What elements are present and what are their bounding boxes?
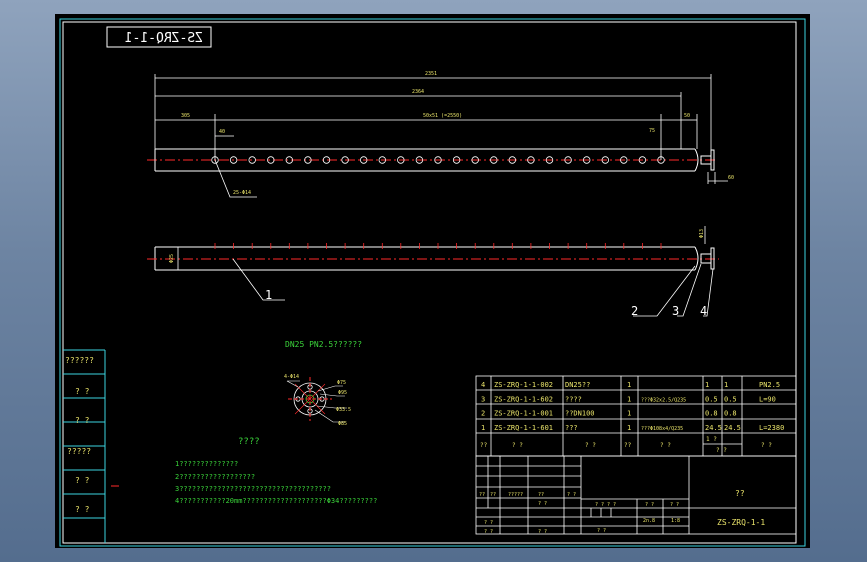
bom-cell-name: ??DN100: [565, 410, 595, 418]
dim-spacing: 50x51 (=2550): [423, 113, 462, 119]
section-dim-2: Φ95: [338, 390, 347, 396]
strip-label-4: ?????: [67, 447, 91, 456]
bom-rows: 4 ZS-ZRQ-1-1-002 DN25?? 1 1 1 PN2.5 3 ZS-ZRQ-1-1…: [481, 381, 784, 432]
sign-label-4: ??: [538, 492, 544, 498]
side-view-nozzles: [214, 243, 662, 249]
dim-overall-2351: 2351: [425, 71, 437, 77]
top-dimensions: [154, 74, 728, 184]
bom-cell-total: 1: [724, 381, 728, 389]
dim-50: 50: [684, 113, 690, 119]
strip-label-2: ? ?: [75, 387, 90, 396]
bom-header-qty: ??: [624, 442, 632, 449]
bom-cell-unit: 0.5: [705, 395, 718, 403]
row2-label-2: ? ?: [670, 502, 679, 508]
bom-cell-code: ZS-ZRQ-1-1-602: [494, 395, 553, 403]
dim-2364: 2364: [412, 89, 424, 95]
bom-cell-unit: 24.5: [705, 424, 722, 432]
sign-label-1: ??: [479, 492, 485, 498]
bom-header-total: ? ?: [716, 447, 727, 454]
sheet-label: ? ?: [597, 528, 606, 534]
bom-header-material: ? ?: [660, 442, 671, 449]
inner-frame: [62, 21, 797, 544]
bom-cell-name: DN25??: [565, 381, 590, 389]
bom-cell-remark: PN2.5: [759, 381, 780, 389]
notes-title: ????: [238, 437, 260, 447]
sign-label-9: ? ?: [538, 529, 547, 535]
dim-60: 60: [728, 175, 734, 181]
row2-label-1: ? ?: [645, 502, 654, 508]
drawing-sheet: ZS-ZRQ-1-1 ?????? ? ? ? ? ????? ? ? ? ?: [59, 18, 806, 547]
bom-header-unit: 1 ?: [706, 436, 717, 443]
bom-header-no: ??: [480, 442, 488, 449]
side-dim-diameter: Φ25: [169, 254, 175, 263]
bom-cell-no: 1: [481, 424, 485, 432]
bom-cell-code: ZS-ZRQ-1-1-601: [494, 424, 553, 432]
bom-header-remark: ? ?: [761, 442, 772, 449]
dim-75: 75: [649, 128, 655, 134]
bom-cell-material: ???Φ108x4/Q235: [641, 426, 683, 432]
bom-cell-unit: 0.8: [705, 410, 718, 418]
section-dim-bolts: 4-Φ14: [284, 374, 299, 380]
bom-cell-qty: 1: [627, 410, 631, 418]
bom-cell-remark: L=90: [759, 395, 776, 403]
hole-callout: 25-Φ14: [233, 190, 251, 196]
note-2: 2??????????????????: [175, 473, 255, 481]
drawing-name: ??: [735, 489, 745, 498]
part-number-1: 1: [265, 288, 272, 302]
bom-cell-unit: 1: [705, 381, 709, 389]
bom-cell-total: 24.5: [724, 424, 741, 432]
mirrored-drawing-code: ZS-ZRQ-1-1: [125, 31, 203, 46]
bom-cell-code: ZS-ZRQ-1-1-002: [494, 381, 553, 389]
part-number-4: 4: [700, 304, 707, 318]
bom-cell-name: ????: [565, 395, 582, 403]
side-dim-flange: Φ13: [699, 229, 705, 238]
note-3: 3????????????????????????????????????: [175, 485, 331, 493]
sign-label-3: ?????: [508, 492, 523, 498]
scale-label: ? ? ? ?: [595, 502, 616, 508]
outer-frame: [59, 18, 806, 547]
sign-label-2: ??: [490, 492, 496, 498]
sign-label-8: ? ?: [484, 529, 493, 535]
weight-value: 2n.8: [643, 518, 655, 524]
strip-label-6: ? ?: [75, 505, 90, 514]
bom-cell-no: 3: [481, 395, 485, 403]
bom-cell-name: ???: [565, 424, 578, 432]
dim-305: 305: [181, 113, 190, 119]
strip-label-3: ? ?: [75, 416, 90, 425]
bom-cell-qty: 1: [627, 395, 631, 403]
note-1: 1??????????????: [175, 460, 238, 468]
section-dim-3: Φ33.5: [336, 407, 351, 413]
bom-header-code: ? ?: [512, 442, 523, 449]
sign-label-6: ? ?: [484, 520, 493, 526]
cad-viewport: ZS-ZRQ-1-1 ?????? ? ? ? ? ????? ? ? ? ?: [0, 0, 867, 562]
bom-cell-total: 0.5: [724, 395, 737, 403]
part-number-2: 2: [631, 304, 638, 318]
bom-header-name: ? ?: [585, 442, 596, 449]
spray-hole: [248, 156, 256, 164]
sign-label-7: ? ?: [538, 501, 547, 507]
bom-cell-no: 4: [481, 381, 485, 389]
part-number-3: 3: [672, 304, 679, 318]
bom-cell-code: ZS-ZRQ-1-1-001: [494, 410, 553, 418]
bom-cell-qty: 1: [627, 381, 631, 389]
section-title: DN25 PN2.5??????: [285, 340, 362, 349]
sign-label-5: ? ?: [567, 492, 576, 498]
drawing-code: ZS-ZRQ-1-1: [717, 518, 765, 527]
top-view-pipe: [147, 148, 718, 172]
bom-cell-no: 2: [481, 410, 485, 418]
drawing-canvas[interactable]: ZS-ZRQ-1-1 ?????? ? ? ? ? ????? ? ? ? ?: [55, 14, 810, 548]
side-view-pipe: [147, 246, 719, 271]
bom-cell-qty: 1: [627, 424, 631, 432]
bom-cell-material: ???Φ32x2.5/Q235: [641, 397, 686, 403]
strip-label-5: ? ?: [75, 476, 90, 485]
section-dim-4: Φ85: [338, 421, 347, 427]
strip-label-1: ??????: [65, 356, 94, 365]
part-leaders: [232, 258, 714, 317]
bom-cell-total: 0.8: [724, 410, 737, 418]
note-4: 4???????????20mm????????????????????Φ34?…: [175, 497, 377, 505]
scale-value: 1:8: [671, 518, 680, 524]
dim-40: 40: [219, 129, 225, 135]
bom-cell-remark: L=2380: [759, 424, 784, 432]
section-dim-1: Φ75: [337, 380, 346, 386]
